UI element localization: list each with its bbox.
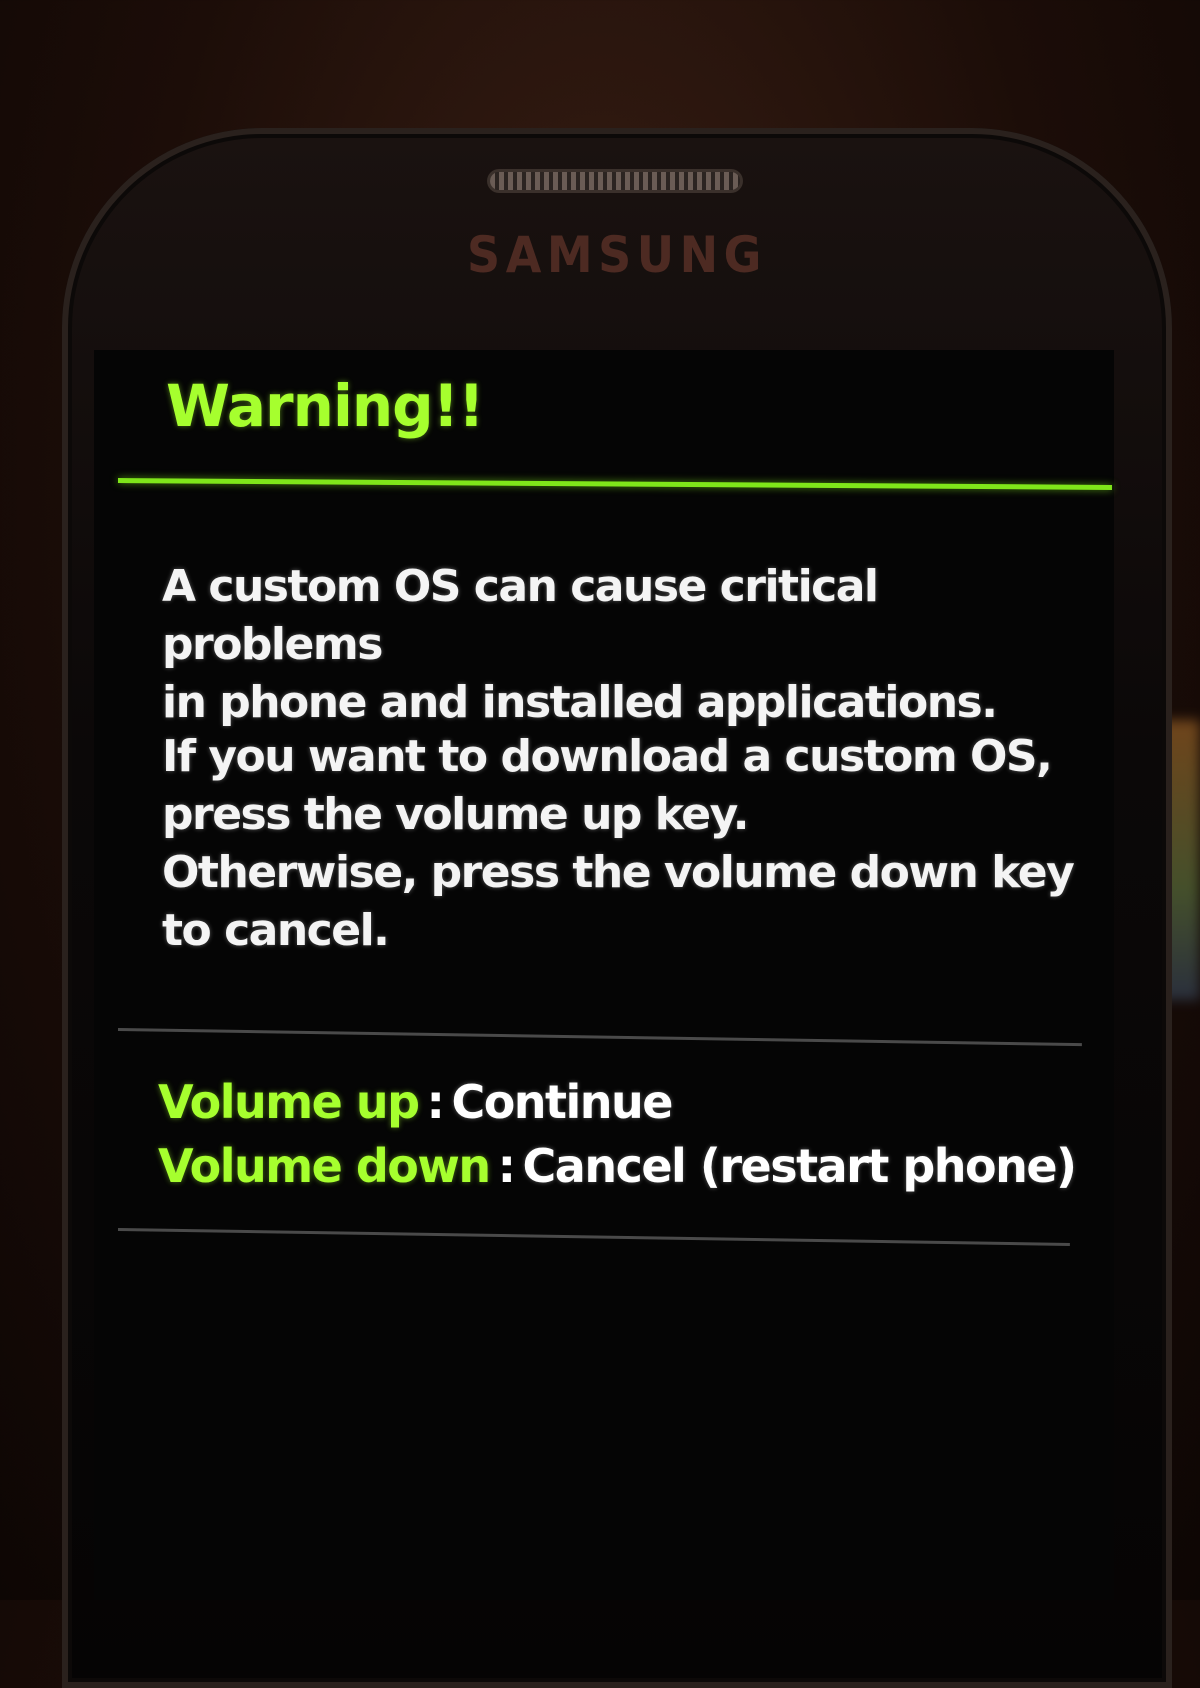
warning-message: A custom OS can cause critical problems … (162, 561, 998, 728)
brand-logo: SAMSUNG (467, 226, 767, 284)
earpiece-speaker (490, 172, 740, 190)
instruction-message: If you want to download a custom OS, pre… (162, 731, 1075, 956)
volume-up-key-label: Volume up (158, 1075, 420, 1129)
warning-title: Warning!! (166, 372, 485, 440)
continue-action-label: Continue (451, 1075, 673, 1129)
title-divider (117, 478, 1112, 490)
volume-down-key-label: Volume down (158, 1139, 491, 1193)
volume-down-option[interactable]: Volume down: Cancel (restart phone) (158, 1134, 1078, 1198)
download-mode-screen: Warning!! A custom OS can cause critical… (94, 350, 1114, 1600)
keys-bottom-divider (117, 1228, 1070, 1246)
key-options: Volume up: Continue Volume down: Cancel (r… (158, 1070, 1078, 1198)
key-separator: : (497, 1139, 516, 1193)
key-separator: : (426, 1075, 445, 1129)
keys-top-divider (117, 1028, 1082, 1047)
volume-up-option[interactable]: Volume up: Continue (158, 1070, 1078, 1134)
cancel-action-label: Cancel (restart phone) (522, 1139, 1078, 1193)
